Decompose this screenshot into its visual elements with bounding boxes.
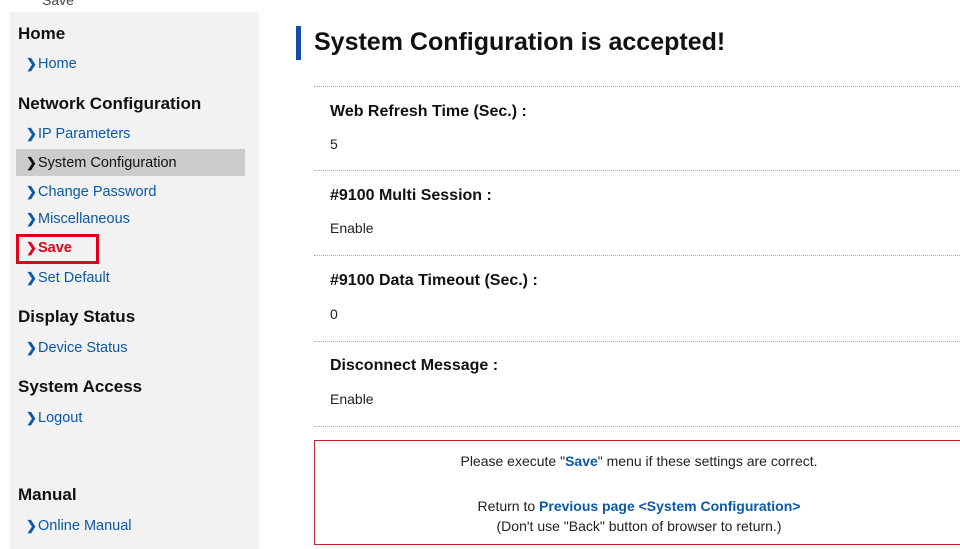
sidebar-item-logout[interactable]: ❯Logout (16, 404, 245, 431)
sidebar-item-system-configuration[interactable]: ❯System Configuration (16, 149, 245, 176)
sidebar-item-label: Logout (38, 410, 83, 426)
sidebar-item-set-default[interactable]: ❯Set Default (16, 264, 245, 291)
notice-text: " menu if these settings are correct. (597, 453, 818, 469)
sidebar-item-label: IP Parameters (38, 126, 131, 142)
page-title: System Configuration is accepted! (314, 28, 726, 56)
divider (314, 341, 960, 342)
chevron-right-icon: ❯ (26, 518, 37, 533)
clipped-header-text: Save (42, 0, 74, 8)
field-value-multi-session: Enable (330, 220, 374, 236)
chevron-right-icon: ❯ (26, 270, 37, 285)
sidebar-item-online-manual[interactable]: ❯Online Manual (16, 512, 245, 539)
section-manual-title: Manual (18, 485, 77, 504)
field-label-disconnect-message: Disconnect Message : (330, 357, 499, 374)
notice-save-word: Save (565, 453, 598, 469)
sidebar-item-home[interactable]: ❯Home (16, 50, 245, 77)
chevron-right-icon: ❯ (26, 340, 37, 355)
chevron-right-icon: ❯ (26, 56, 37, 71)
sidebar-item-label: Miscellaneous (38, 211, 130, 227)
chevron-right-icon: ❯ (26, 211, 37, 226)
previous-page-link[interactable]: Previous page <System Configuration> (539, 498, 800, 514)
field-label-multi-session: #9100 Multi Session : (330, 187, 492, 204)
notice-return-line: Return to Previous page <System Configur… (315, 498, 960, 514)
notice-text: Please execute " (460, 453, 566, 469)
sidebar-item-change-password[interactable]: ❯Change Password (16, 178, 245, 205)
sidebar-item-ip-parameters[interactable]: ❯IP Parameters (16, 120, 245, 147)
chevron-right-icon: ❯ (26, 184, 37, 199)
chevron-right-icon: ❯ (26, 410, 37, 425)
chevron-right-icon: ❯ (26, 126, 37, 141)
divider (314, 426, 960, 427)
notice-back-warning: (Don't use "Back" button of browser to r… (496, 518, 782, 534)
notice-box: Please execute "Save" menu if these sett… (314, 440, 960, 545)
save-highlight-box (16, 234, 99, 264)
field-value-web-refresh-time: 5 (330, 136, 338, 152)
field-label-data-timeout: #9100 Data Timeout (Sec.) : (330, 272, 538, 289)
divider (314, 170, 960, 171)
sidebar-item-label: Home (38, 56, 77, 72)
notice-save-instruction: Please execute "Save" menu if these sett… (315, 453, 960, 469)
field-label-web-refresh-time: Web Refresh Time (Sec.) : (330, 103, 527, 120)
sidebar-item-label: Online Manual (38, 518, 132, 534)
sidebar: Home ❯Home Network Configuration ❯IP Par… (10, 12, 259, 549)
notice-text: Return to (477, 498, 540, 514)
section-network-configuration-title: Network Configuration (18, 94, 202, 113)
section-system-access-title: System Access (18, 377, 143, 396)
field-value-disconnect-message: Enable (330, 391, 374, 407)
field-value-data-timeout: 0 (330, 306, 338, 322)
section-display-status-title: Display Status (18, 307, 136, 326)
sidebar-item-label: Set Default (38, 270, 110, 286)
divider (314, 255, 960, 256)
sidebar-item-label: System Configuration (38, 155, 177, 171)
divider (314, 86, 960, 87)
sidebar-item-miscellaneous[interactable]: ❯Miscellaneous (16, 205, 245, 232)
sidebar-item-label: Change Password (38, 184, 157, 200)
sidebar-item-device-status[interactable]: ❯Device Status (16, 334, 245, 361)
title-accent-bar (296, 26, 301, 60)
sidebar-item-label: Device Status (38, 340, 128, 356)
section-home-title: Home (18, 24, 66, 43)
chevron-right-icon: ❯ (26, 155, 37, 170)
